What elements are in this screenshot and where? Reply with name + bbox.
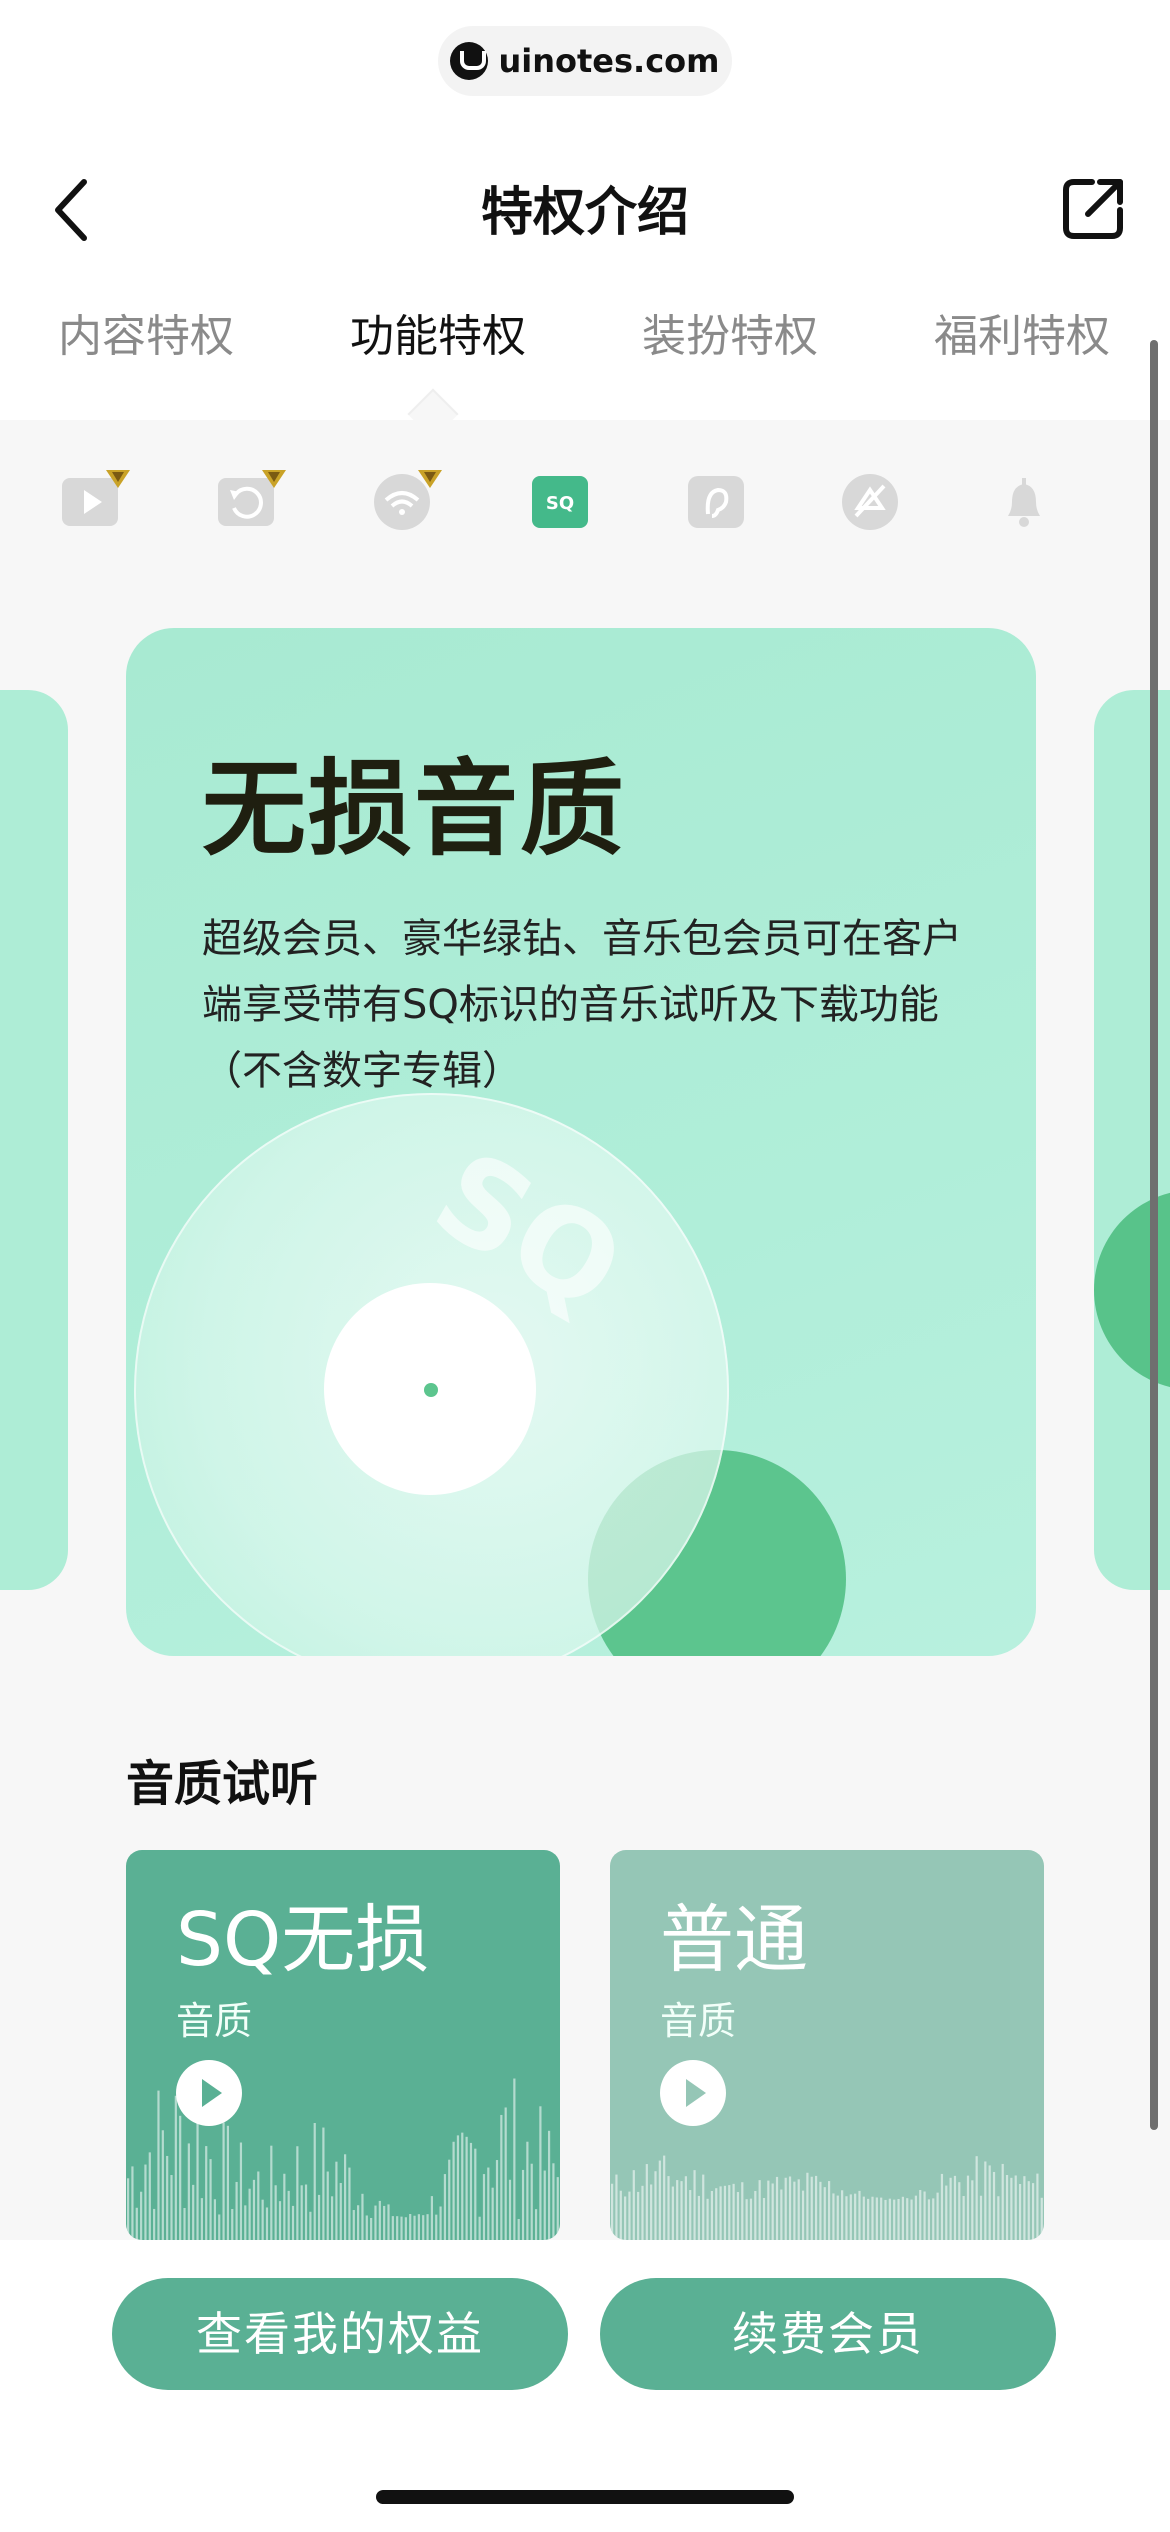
- feature-description: 超级会员、豪华绿钻、音乐包会员可在客户端享受带有SQ标识的音乐试听及下载功能（不…: [202, 916, 962, 1094]
- tab-bar: 内容特权 功能特权 装扮特权 福利特权: [0, 300, 1170, 420]
- renew-membership-button[interactable]: 续费会员: [600, 2278, 1056, 2390]
- share-external-icon[interactable]: [1058, 174, 1128, 244]
- next-feature-card[interactable]: [1094, 690, 1170, 1590]
- crown-badge-icon: [262, 470, 286, 488]
- bell-icon[interactable]: [994, 472, 1054, 532]
- sq-icon[interactable]: SQ: [530, 472, 590, 532]
- disc-hole: [424, 1383, 438, 1397]
- no-ad-icon[interactable]: [840, 472, 900, 532]
- tab-welfare-privilege[interactable]: 福利特权: [876, 300, 1168, 364]
- quality-title: 普通: [660, 1897, 808, 1983]
- crown-badge-icon: [106, 470, 130, 488]
- quality-card-normal[interactable]: 普通 音质: [610, 1850, 1044, 2240]
- feature-title: 无损音质: [202, 748, 627, 870]
- waveform-normal: [611, 2155, 1043, 2240]
- page-title: 特权介绍: [480, 183, 689, 243]
- svg-text:SQ: SQ: [546, 493, 574, 514]
- uinotes-logo-icon: [450, 42, 489, 80]
- url-text: uinotes.com: [498, 42, 720, 80]
- tab-function-privilege[interactable]: 功能特权: [292, 300, 584, 364]
- tab-content-privilege[interactable]: 内容特权: [0, 300, 292, 364]
- waveform-sq: [127, 2078, 559, 2240]
- section-title: 音质试听: [126, 1756, 319, 1812]
- url-pill: uinotes.com: [438, 26, 732, 96]
- vinyl-disc-illustration: SQ: [134, 1093, 729, 1656]
- scrollbar[interactable]: [1150, 340, 1158, 2130]
- home-indicator: [376, 2490, 794, 2504]
- crown-badge-icon: [418, 470, 442, 488]
- ear-icon[interactable]: [686, 472, 746, 532]
- feature-card: 无损音质 超级会员、豪华绿钻、音乐包会员可在客户端享受带有SQ标识的音乐试听及下…: [126, 628, 1036, 1656]
- prev-feature-card[interactable]: [0, 690, 68, 1590]
- quality-card-sq[interactable]: SQ无损 音质: [126, 1850, 560, 2240]
- tab-dressup-privilege[interactable]: 装扮特权: [584, 300, 876, 364]
- view-rights-button[interactable]: 查看我的权益: [112, 2278, 568, 2390]
- quality-title: SQ无损: [176, 1897, 430, 1983]
- decor-circle: [1094, 1190, 1170, 1390]
